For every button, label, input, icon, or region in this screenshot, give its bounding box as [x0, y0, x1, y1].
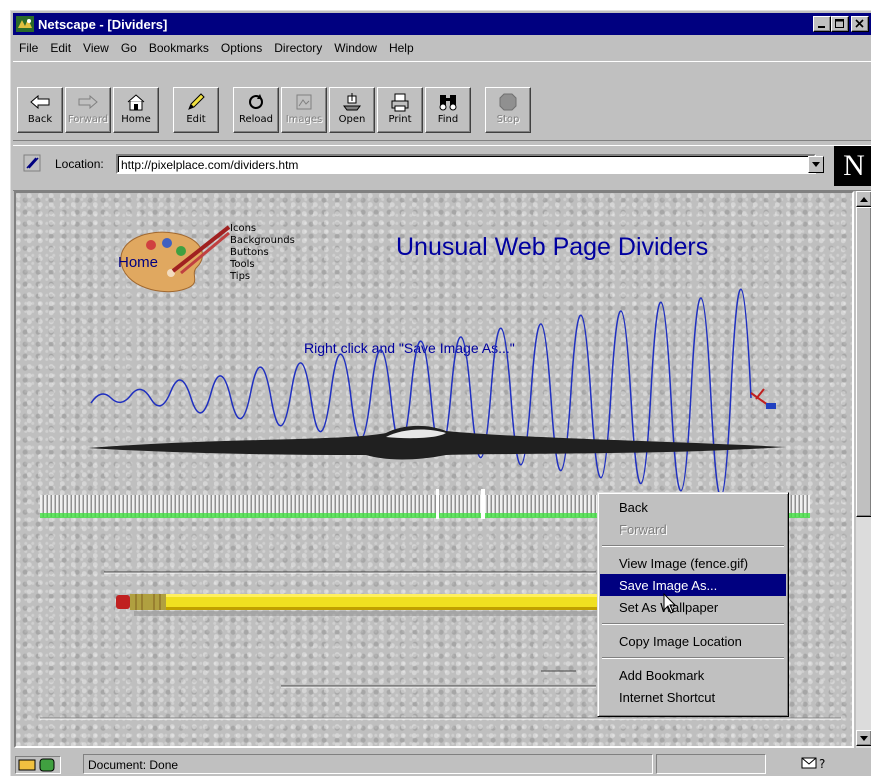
forward-label: Forward [67, 114, 109, 125]
menu-view[interactable]: View [77, 41, 115, 55]
menu-directory[interactable]: Directory [268, 41, 328, 55]
close-button[interactable] [851, 16, 869, 32]
browser-window: Netscape - [Dividers] File Edit View Go … [10, 10, 871, 776]
bottom-line-divider[interactable] [40, 717, 841, 720]
scroll-up-button[interactable] [856, 191, 871, 207]
netscape-logo[interactable]: N [834, 146, 871, 186]
find-button[interactable]: Find [425, 87, 471, 133]
home-button[interactable]: Home [113, 87, 159, 133]
ctx-view-image[interactable]: View Image (fence.gif) [600, 552, 786, 574]
find-icon [437, 92, 459, 112]
status-progress [656, 754, 766, 774]
forward-arrow-icon [77, 92, 99, 112]
location-label: Location: [55, 157, 104, 171]
open-label: Open [338, 114, 366, 125]
minimize-button[interactable] [813, 16, 831, 32]
netscape-app-icon [16, 16, 34, 32]
edit-button[interactable]: Edit [173, 87, 219, 133]
short-line-divider[interactable] [281, 670, 596, 688]
menu-separator [602, 545, 784, 547]
stop-label: Stop [496, 114, 520, 125]
menu-go[interactable]: Go [115, 41, 143, 55]
ctx-back[interactable]: Back [600, 496, 786, 518]
close-icon [855, 19, 864, 28]
reload-icon [245, 92, 267, 112]
ctx-copy-image-location[interactable]: Copy Image Location [600, 630, 786, 652]
menu-edit[interactable]: Edit [44, 41, 77, 55]
navigation-toolbar: Back Forward Home Edit Reload Images Ope… [13, 61, 871, 141]
torn-paper-divider[interactable] [88, 425, 786, 460]
stop-icon [497, 92, 519, 112]
images-button[interactable]: Images [281, 87, 327, 133]
window-title: Netscape - [Dividers] [38, 16, 168, 32]
stop-button[interactable]: Stop [485, 87, 531, 133]
location-dropdown-button[interactable] [808, 156, 824, 173]
back-label: Back [27, 114, 53, 125]
menu-help[interactable]: Help [383, 41, 420, 55]
chevron-down-icon [860, 735, 868, 741]
location-url-field[interactable]: http://pixelplace.com/dividers.htm [116, 154, 816, 174]
images-icon [293, 92, 315, 112]
home-label: Home [121, 114, 151, 125]
wavy-line-divider[interactable] [90, 288, 776, 498]
status-bar: Document: Done ? [11, 750, 871, 776]
back-arrow-icon [29, 92, 51, 112]
print-label: Print [388, 114, 412, 125]
edit-label: Edit [186, 114, 206, 125]
images-label: Images [285, 114, 323, 125]
home-icon [125, 92, 147, 112]
menu-separator [602, 623, 784, 625]
menu-separator [602, 657, 784, 659]
open-button[interactable]: Open [329, 87, 375, 133]
thin-line-divider[interactable] [104, 571, 596, 574]
pencil-divider[interactable] [116, 594, 606, 616]
reload-label: Reload [238, 114, 274, 125]
chevron-down-icon [812, 162, 820, 167]
title-bar[interactable]: Netscape - [Dividers] [13, 13, 871, 35]
menu-window[interactable]: Window [328, 41, 383, 55]
vertical-scrollbar[interactable] [856, 191, 871, 748]
forward-button[interactable]: Forward [65, 87, 111, 133]
menu-bookmarks[interactable]: Bookmarks [143, 41, 215, 55]
open-icon [341, 92, 363, 112]
menu-options[interactable]: Options [215, 41, 268, 55]
svg-text:?: ? [819, 757, 825, 770]
mouse-pointer-icon [663, 592, 677, 615]
ctx-add-bookmark[interactable]: Add Bookmark [600, 664, 786, 686]
bookmark-link-icon[interactable] [23, 154, 41, 172]
ctx-internet-shortcut[interactable]: Internet Shortcut [600, 686, 786, 708]
back-button[interactable]: Back [17, 87, 63, 133]
find-label: Find [437, 114, 459, 125]
print-button[interactable]: Print [377, 87, 423, 133]
menu-bar: File Edit View Go Bookmarks Options Dire… [13, 37, 420, 59]
security-key-icon[interactable] [15, 756, 61, 774]
menu-file[interactable]: File [13, 41, 44, 55]
context-menu: Back Forward View Image (fence.gif) Save… [597, 492, 789, 717]
maximize-icon [835, 19, 844, 28]
chevron-up-icon [860, 196, 868, 202]
status-message: Document: Done [83, 754, 653, 774]
reload-button[interactable]: Reload [233, 87, 279, 133]
pencil-icon [185, 92, 207, 112]
location-bar: Location: http://pixelplace.com/dividers… [13, 145, 871, 191]
ctx-forward[interactable]: Forward [600, 518, 786, 540]
scroll-thumb[interactable] [856, 207, 871, 517]
minimize-icon [818, 26, 825, 28]
mail-icon[interactable]: ? [801, 756, 829, 773]
ctx-save-image-as[interactable]: Save Image As... [600, 574, 786, 596]
print-icon [389, 92, 411, 112]
maximize-button[interactable] [831, 16, 849, 32]
scroll-down-button[interactable] [856, 730, 871, 746]
ctx-set-as-wallpaper[interactable]: Set As Wallpaper [600, 596, 786, 618]
